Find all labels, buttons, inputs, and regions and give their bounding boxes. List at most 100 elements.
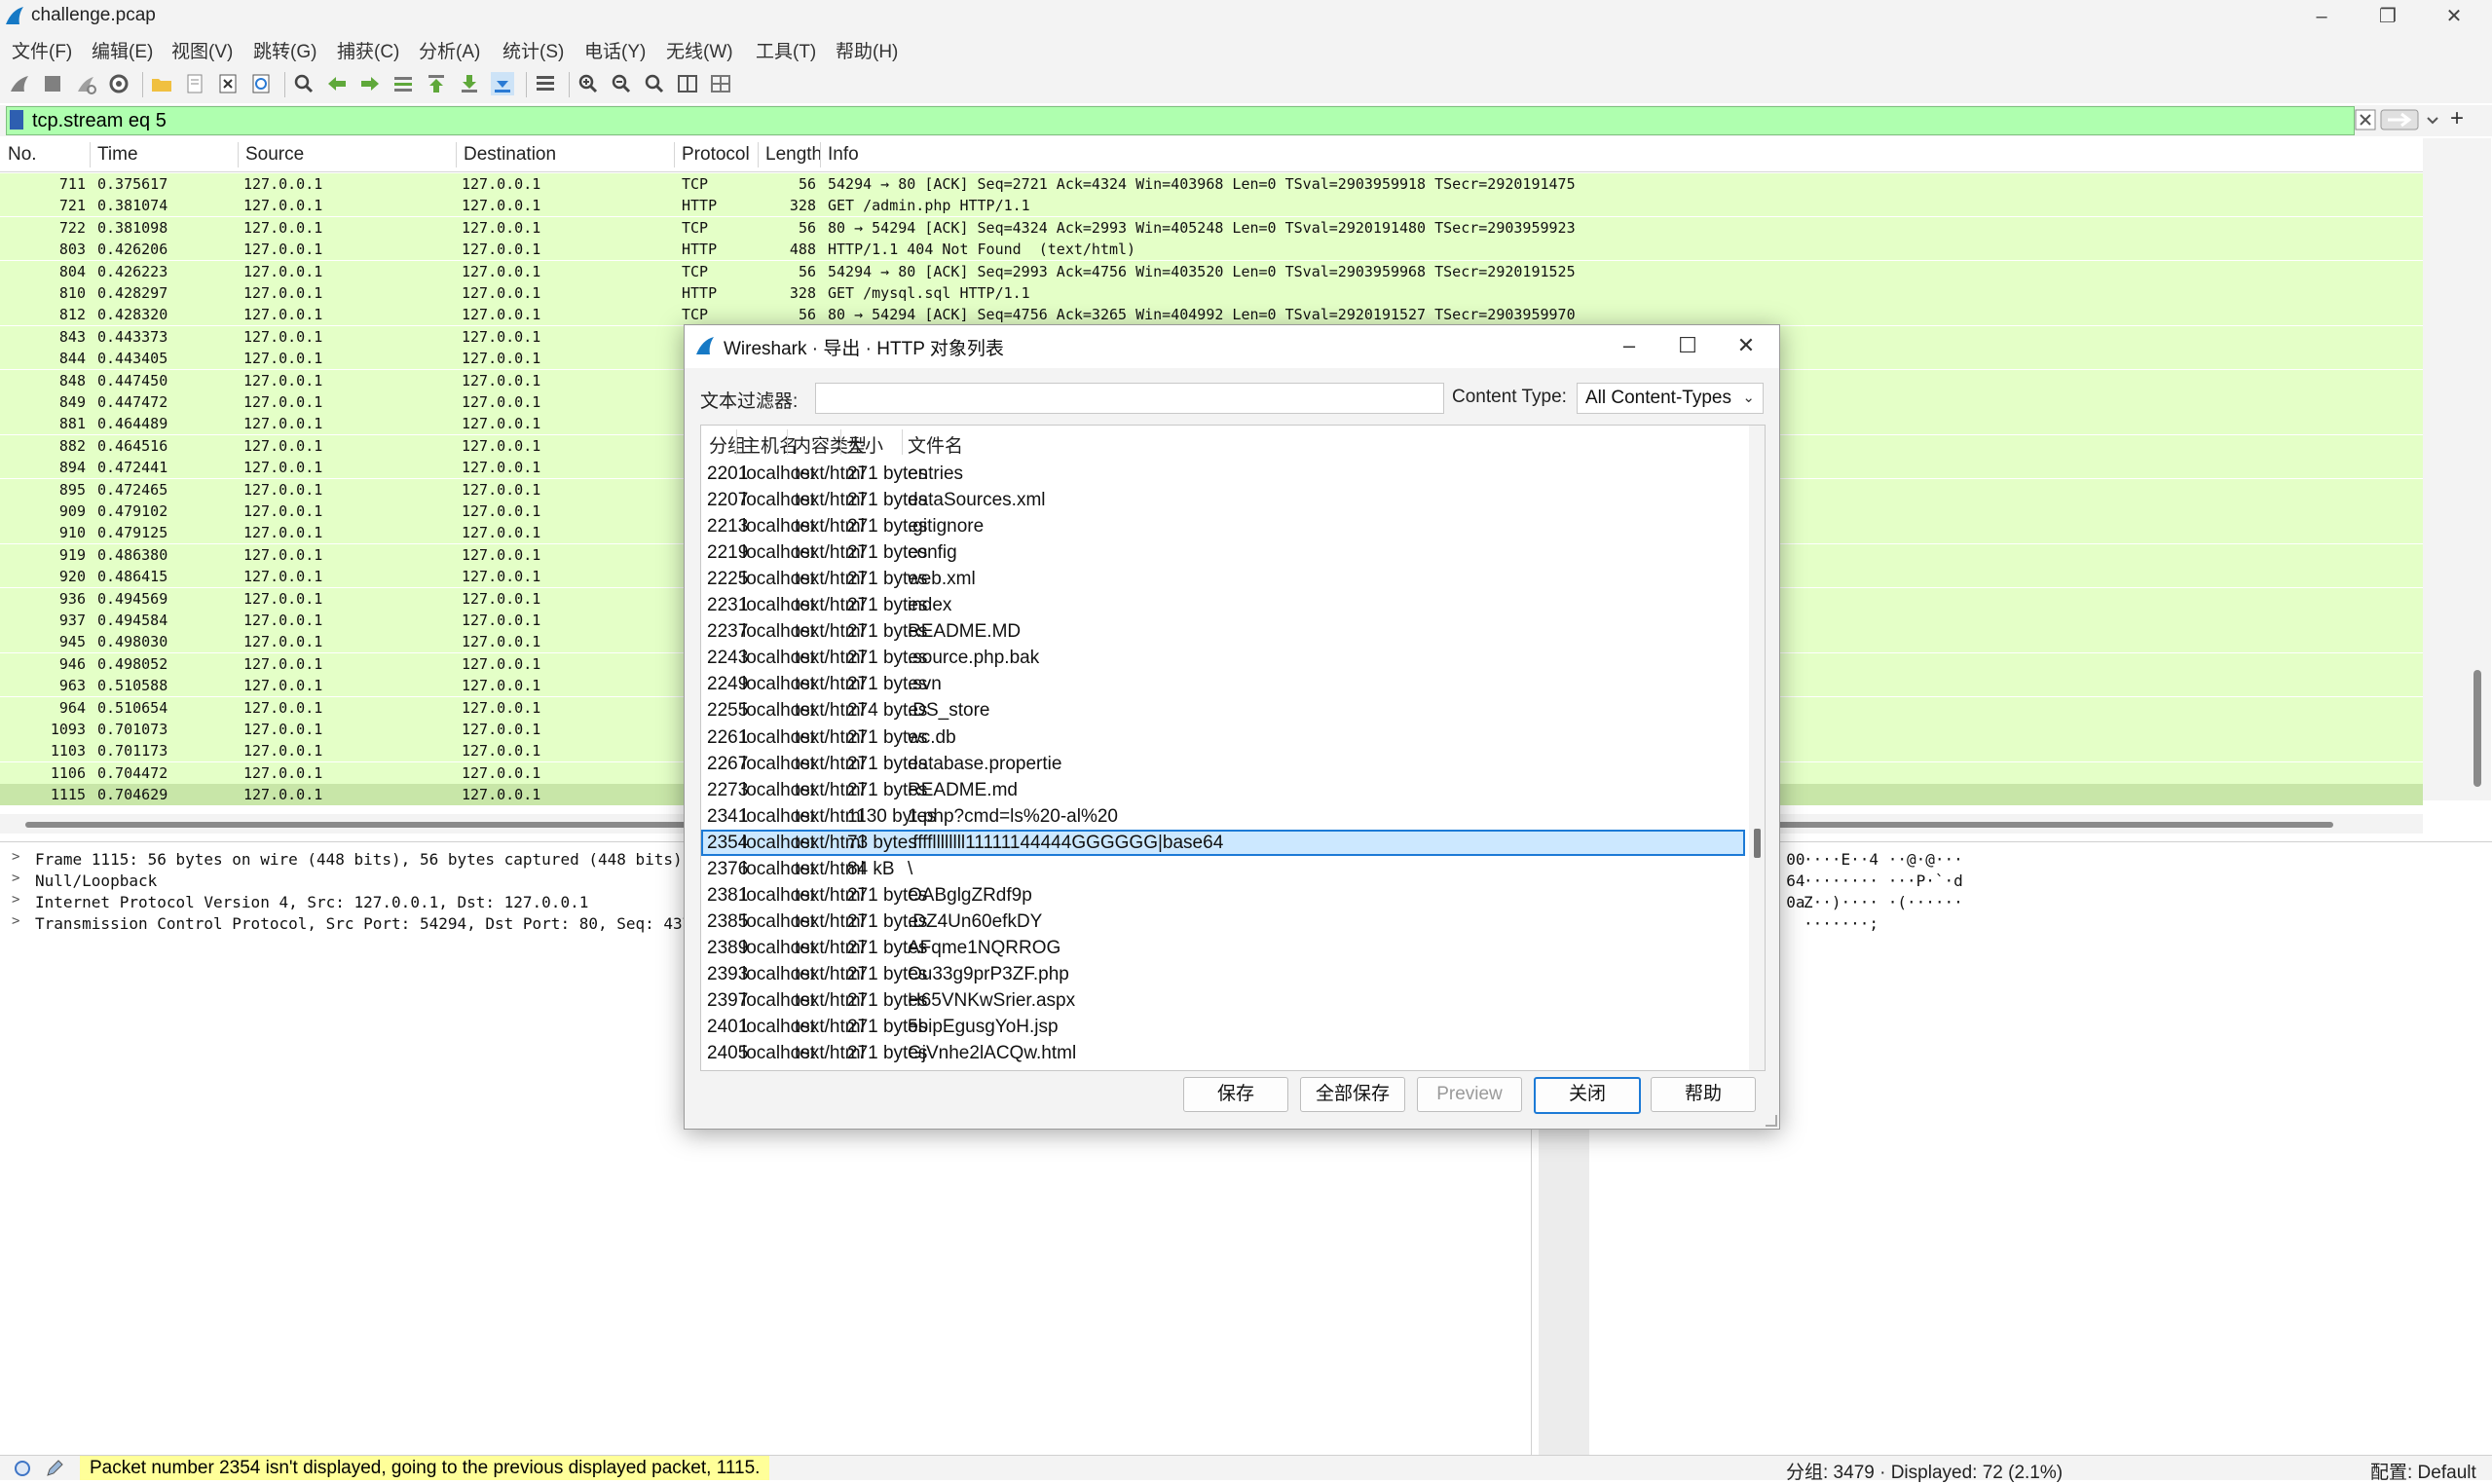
reload-file-icon[interactable] [249,72,273,95]
resize-columns-icon[interactable] [676,72,699,95]
preview-button[interactable]: Preview [1417,1077,1522,1112]
stop-capture-icon[interactable] [41,72,64,95]
save-all-button[interactable]: 全部保存 [1300,1077,1405,1112]
save-file-icon[interactable] [183,72,206,95]
menu-file[interactable]: 文件(F) [12,37,72,63]
autoscroll-icon[interactable] [491,72,514,95]
go-to-packet-icon[interactable] [391,72,415,95]
close-window-button[interactable]: ✕ [2427,2,2481,31]
open-file-icon[interactable] [150,72,173,95]
resize-grip[interactable] [1766,1115,1777,1127]
menu-analyze[interactable]: 分析(A) [419,37,480,63]
go-back-icon[interactable] [325,72,349,95]
http-object-row[interactable]: 2376 localhost text/html 84 kB \ [701,856,1745,882]
maximize-button[interactable]: ❐ [2361,2,2415,31]
content-type-select[interactable]: All Content-Types ⌄ [1577,383,1764,414]
capture-options-icon[interactable] [107,72,130,95]
clear-filter-icon[interactable] [2355,109,2376,130]
close-button[interactable]: 关闭 [1534,1077,1641,1114]
menu-statistics[interactable]: 统计(S) [502,37,564,63]
menu-capture[interactable]: 捕获(C) [337,37,399,63]
http-object-row[interactable]: 2249 localhost text/html 271 bytes .svn [701,671,1745,697]
http-object-row[interactable]: 2243 localhost text/html 271 bytes .source.p… [701,645,1745,671]
http-object-row[interactable]: 2354 localhost text/html 73 bytes .fffflllll… [701,829,1745,856]
minimize-button[interactable]: – [2294,2,2349,31]
zoom-out-icon[interactable] [610,72,633,95]
find-packet-icon[interactable] [292,72,316,95]
http-object-row[interactable]: 2261 localhost text/html 271 bytes wc.db [701,724,1745,751]
menu-wireless[interactable]: 无线(W) [666,37,733,63]
text-filter-input[interactable] [815,383,1444,414]
menu-go[interactable]: 跳转(G) [253,37,316,63]
apply-filter-icon[interactable] [2380,109,2419,130]
display-filter-input[interactable]: tcp.stream eq 5 [6,106,2355,135]
help-button[interactable]: 帮助 [1651,1077,1756,1112]
http-object-row[interactable]: 2219 localhost text/html 271 bytes config [701,539,1745,566]
http-objects-scrollbar[interactable] [1749,426,1765,1070]
menu-telephony[interactable]: 电话(Y) [584,37,646,63]
dialog-minimize-button[interactable]: – [1610,331,1649,360]
http-object-row[interactable]: 2273 localhost text/html 271 bytes README.md [701,777,1745,803]
http-object-row[interactable]: 2207 localhost text/html 271 bytes dataSourc… [701,487,1745,513]
http-object-row[interactable]: 2231 localhost text/html 271 bytes index [701,592,1745,618]
close-file-icon[interactable] [216,72,240,95]
layout-grid-icon[interactable] [709,72,732,95]
packet-list-scrollbar[interactable] [2423,138,2491,800]
zoom-reset-icon[interactable] [643,72,666,95]
go-forward-icon[interactable] [358,72,382,95]
menu-tools[interactable]: 工具(T) [756,37,816,63]
col-size[interactable]: 大小 [846,431,883,458]
col-filename[interactable]: 文件名 [908,431,963,458]
profile-selector[interactable]: 配置: Default [2370,1458,2476,1484]
col-length[interactable]: Length [765,144,822,166]
col-no[interactable]: No. [8,144,37,166]
restart-capture-icon[interactable] [74,72,97,95]
dialog-close-button[interactable]: ✕ [1727,331,1766,360]
packet-row[interactable]: 803 0.426206 127.0.0.1 127.0.0.1 HTTP 488 HTTP… [0,239,2423,261]
menu-edit[interactable]: 编辑(E) [92,37,153,63]
http-object-row[interactable]: 2381 localhost text/html 271 bytes OABglgZRd… [701,882,1745,909]
packet-row[interactable]: 810 0.428297 127.0.0.1 127.0.0.1 HTTP 328 GET … [0,282,2423,304]
http-object-row[interactable]: 2255 localhost text/html 274 bytes .DS_store [701,697,1745,723]
menu-view[interactable]: 视图(V) [171,37,233,63]
packet-row[interactable]: 711 0.375617 127.0.0.1 127.0.0.1 TCP 56 54294 … [0,173,2423,195]
http-object-row[interactable]: 2225 localhost text/html 271 bytes web.xml [701,566,1745,592]
http-object-row[interactable]: 2267 localhost text/html 271 bytes database.… [701,751,1745,777]
http-object-row[interactable]: 2401 localhost text/html 271 bytes 5bipEgusg… [701,1014,1745,1040]
add-filter-button[interactable]: + [2450,105,2464,131]
packet-cell-time: 0.472465 [97,480,168,499]
col-protocol[interactable]: Protocol [682,144,750,166]
bookmark-icon[interactable] [10,110,23,130]
dialog-maximize-button[interactable]: ☐ [1668,331,1707,360]
expert-info-icon[interactable] [14,1460,31,1477]
col-packet[interactable]: 分组 [709,431,746,458]
http-object-row[interactable]: 2201 localhost text/html 271 bytes entries [701,461,1745,487]
bytes-ascii: ········ ···P·`·d [1804,872,1963,890]
packet-row[interactable]: 812 0.428320 127.0.0.1 127.0.0.1 TCP 56 80 → 5… [0,304,2423,326]
http-object-row[interactable]: 2341 localhost text/html 1130 bytes 1.php?cm… [701,803,1745,830]
last-packet-icon[interactable] [458,72,481,95]
colorize-icon[interactable] [534,72,557,95]
edit-comment-icon[interactable] [45,1459,64,1478]
start-capture-icon[interactable] [8,72,31,95]
col-hostname[interactable]: 主机名 [742,431,798,458]
http-object-row[interactable]: 2213 localhost text/html 271 bytes .gitignor… [701,513,1745,539]
col-time[interactable]: Time [97,144,138,166]
packet-row[interactable]: 722 0.381098 127.0.0.1 127.0.0.1 TCP 56 80 → 5… [0,216,2423,239]
col-info[interactable]: Info [828,144,859,166]
packet-row[interactable]: 721 0.381074 127.0.0.1 127.0.0.1 HTTP 328 GET … [0,195,2423,217]
col-destination[interactable]: Destination [464,144,556,166]
http-object-row[interactable]: 2393 localhost text/html 271 bytes Ou33g9prP… [701,961,1745,987]
save-button[interactable]: 保存 [1183,1077,1288,1112]
http-object-row[interactable]: 2397 localhost text/html 271 bytes H65VNKwSr… [701,987,1745,1014]
filter-history-icon[interactable] [2423,109,2442,130]
col-source[interactable]: Source [245,144,304,166]
packet-row[interactable]: 804 0.426223 127.0.0.1 127.0.0.1 TCP 56 54294 … [0,260,2423,282]
http-object-row[interactable]: 2389 localhost text/html 271 bytes AFqme1NQR… [701,935,1745,961]
first-packet-icon[interactable] [425,72,448,95]
http-object-row[interactable]: 2385 localhost text/html 271 bytes .DZ4Un60e… [701,909,1745,935]
menu-help[interactable]: 帮助(H) [836,37,898,63]
http-object-row[interactable]: 2405 localhost text/html 271 bytes GjVnhe2lA… [701,1040,1745,1066]
zoom-in-icon[interactable] [577,72,600,95]
http-object-row[interactable]: 2237 localhost text/html 271 bytes README.MD [701,618,1745,645]
